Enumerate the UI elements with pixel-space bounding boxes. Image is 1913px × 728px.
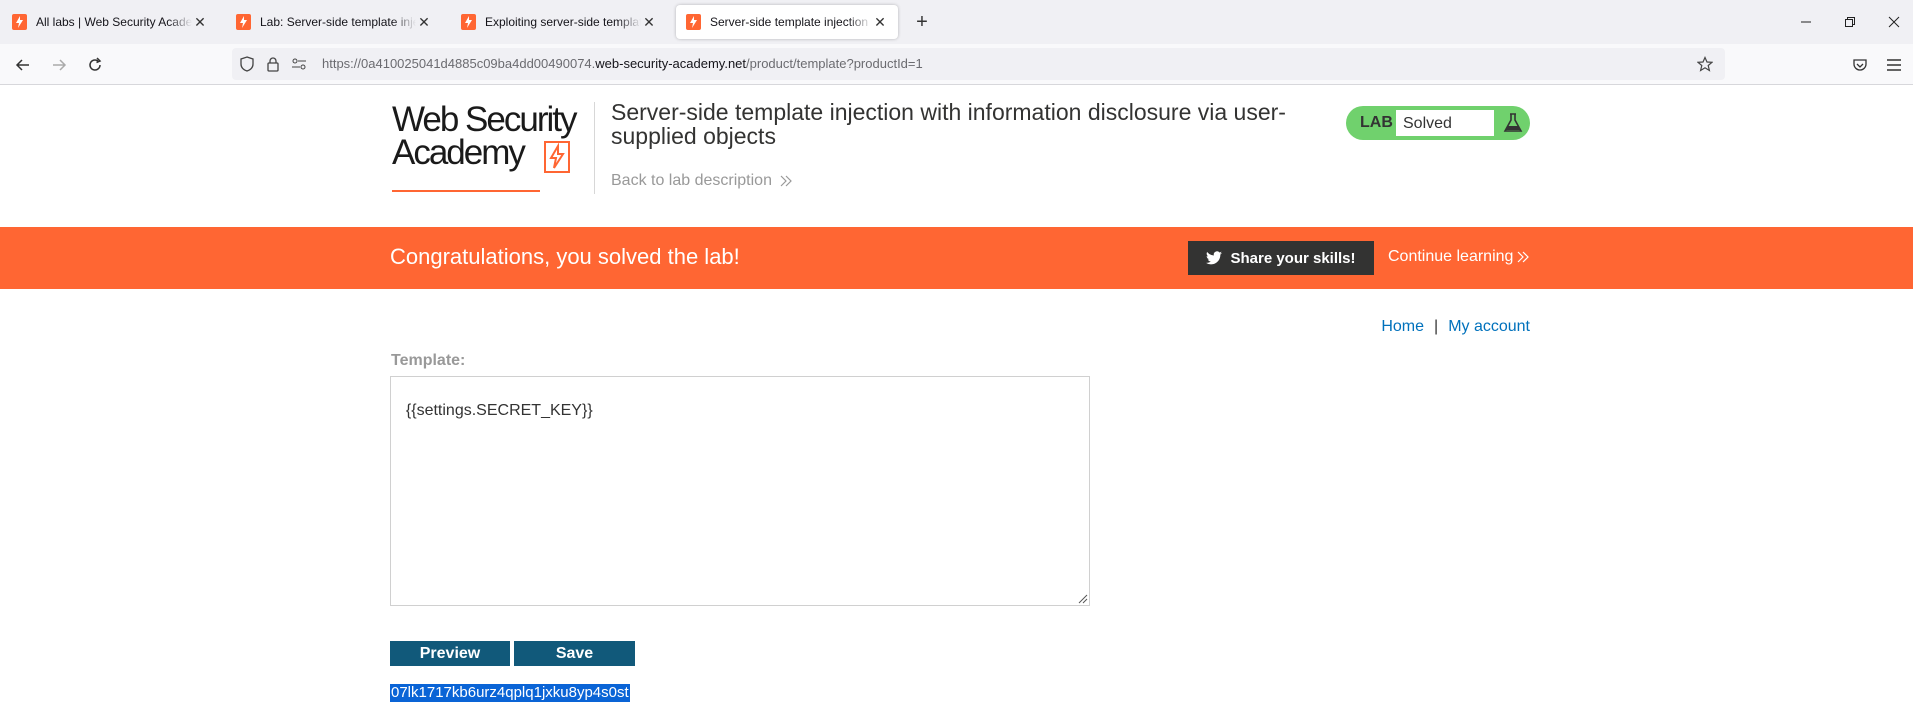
new-tab-button[interactable]: + xyxy=(910,10,934,34)
resize-grip-icon[interactable] xyxy=(1076,592,1088,604)
lab-tag: LAB xyxy=(1360,114,1393,131)
flask-icon xyxy=(1503,113,1523,132)
preview-button[interactable]: Preview xyxy=(390,641,510,666)
lab-status-widget: LAB Solved xyxy=(1346,106,1530,140)
close-icon[interactable]: ✕ xyxy=(416,14,432,30)
continue-label: Continue learning xyxy=(1388,248,1514,265)
continue-learning-link[interactable]: Continue learning xyxy=(1388,248,1530,266)
double-chevron-right-icon xyxy=(780,175,792,187)
template-label: Template: xyxy=(391,352,466,369)
back-link-label: Back to lab description xyxy=(611,172,772,189)
back-to-lab-description-link[interactable]: Back to lab description xyxy=(611,172,792,190)
portswigger-favicon-icon xyxy=(686,14,701,30)
permissions-icon[interactable] xyxy=(290,55,308,73)
portswigger-favicon-icon xyxy=(12,14,27,30)
lock-icon[interactable] xyxy=(264,55,282,73)
tab-title: Lab: Server-side template injection xyxy=(260,15,416,29)
close-icon[interactable]: ✕ xyxy=(192,14,208,30)
bookmark-star-icon[interactable] xyxy=(1696,55,1714,73)
congratulations-banner: Congratulations, you solved the lab! Sha… xyxy=(0,227,1913,289)
share-your-skills-button[interactable]: Share your skills! xyxy=(1188,241,1374,275)
minimize-icon[interactable] xyxy=(1794,10,1818,34)
share-label: Share your skills! xyxy=(1230,249,1356,267)
lightning-bolt-icon xyxy=(544,141,570,173)
shield-icon[interactable] xyxy=(238,55,256,73)
browser-tab-active[interactable]: Server-side template injection with ✕ xyxy=(676,5,898,39)
twitter-icon xyxy=(1206,251,1223,265)
header-divider xyxy=(594,102,595,194)
double-chevron-right-icon xyxy=(1517,251,1530,263)
web-security-academy-logo[interactable]: Web Security Academy xyxy=(392,102,592,192)
logo-line-2: Academy xyxy=(392,133,526,172)
reload-icon[interactable] xyxy=(82,52,108,78)
hamburger-menu-icon[interactable] xyxy=(1881,52,1907,78)
browser-nav-bar: https://0a410025041d4885c09ba4dd00490074… xyxy=(0,44,1913,85)
template-output: 07lk1717kb6urz4qplq1jxku8yp4s0st xyxy=(390,684,630,702)
home-link[interactable]: Home xyxy=(1381,318,1424,336)
close-icon[interactable]: ✕ xyxy=(872,14,888,30)
restore-icon[interactable] xyxy=(1838,10,1862,34)
lab-title: Server-side template injection with info… xyxy=(611,99,1286,149)
my-account-link[interactable]: My account xyxy=(1448,318,1530,336)
status-box: Solved xyxy=(1395,109,1495,137)
back-arrow-icon[interactable] xyxy=(10,52,36,78)
portswigger-favicon-icon xyxy=(461,14,476,30)
nav-separator: | xyxy=(1434,318,1439,335)
lab-header: Web Security Academy Server-side templat… xyxy=(0,86,1913,227)
top-nav-links: Home | My account xyxy=(1381,318,1530,336)
status-text: Solved xyxy=(1403,115,1452,132)
url-bar[interactable]: https://0a410025041d4885c09ba4dd00490074… xyxy=(232,48,1725,80)
browser-tab[interactable]: Exploiting server-side template injectio… xyxy=(451,5,667,39)
tab-title: All labs | Web Security Academy xyxy=(36,15,192,29)
template-textarea[interactable]: {{settings.SECRET_KEY}} xyxy=(390,376,1090,606)
close-icon[interactable]: ✕ xyxy=(641,14,657,30)
browser-tab[interactable]: All labs | Web Security Academy ✕ xyxy=(2,5,218,39)
tab-title: Exploiting server-side template injectio… xyxy=(485,15,641,29)
browser-tab[interactable]: Lab: Server-side template injection ✕ xyxy=(226,5,442,39)
logo-underline xyxy=(392,190,540,192)
save-button[interactable]: Save xyxy=(514,641,635,666)
url-text[interactable]: https://0a410025041d4885c09ba4dd00490074… xyxy=(322,56,923,71)
template-value: {{settings.SECRET_KEY}} xyxy=(405,402,593,419)
browser-tab-bar: All labs | Web Security Academy ✕ Lab: S… xyxy=(0,0,1913,44)
window-close-icon[interactable] xyxy=(1882,10,1906,34)
congratulations-message: Congratulations, you solved the lab! xyxy=(390,244,740,269)
portswigger-favicon-icon xyxy=(236,14,251,30)
pocket-icon[interactable] xyxy=(1847,52,1873,78)
forward-arrow-icon[interactable] xyxy=(46,52,72,78)
tab-title: Server-side template injection with xyxy=(710,15,872,29)
